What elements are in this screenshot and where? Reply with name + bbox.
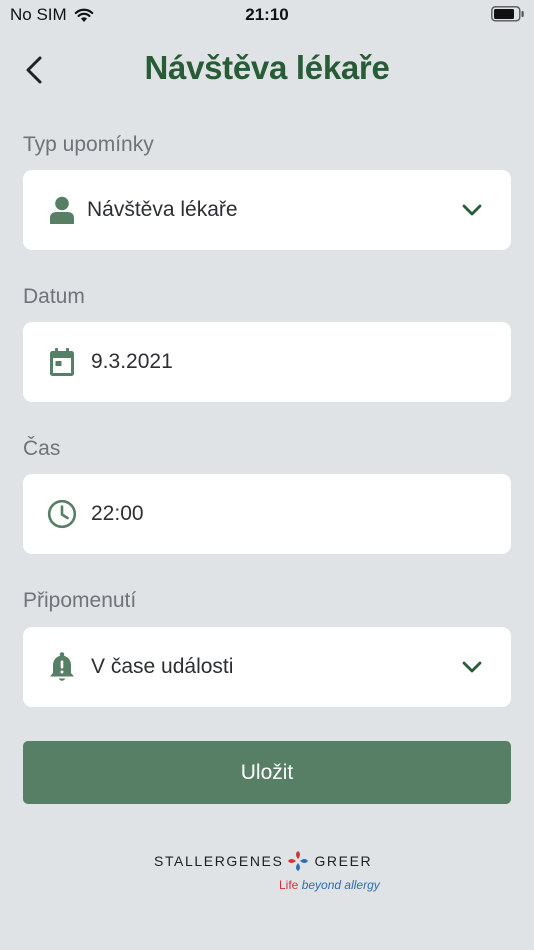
reminder-label: Připomenutí: [23, 589, 137, 612]
reminder-type-label: Typ upomínky: [23, 133, 154, 156]
clock-icon: [47, 499, 77, 529]
brand-footer: STALLERGENES GREER Life beyond allergy: [0, 846, 534, 896]
save-button[interactable]: Uložit: [23, 741, 511, 804]
time-value: 22:00: [91, 502, 144, 525]
reminder-select[interactable]: V čase události: [23, 627, 511, 707]
date-label: Datum: [23, 285, 85, 308]
time-field[interactable]: 22:00: [23, 474, 511, 554]
status-bar: No SIM 21:10: [0, 0, 534, 30]
chevron-down-icon: [461, 656, 483, 678]
brand-logo-row: STALLERGENES GREER: [154, 849, 372, 873]
date-field[interactable]: 9.3.2021: [23, 322, 511, 402]
status-time: 21:10: [245, 5, 289, 24]
battery-icon: [491, 6, 525, 27]
nav-bar: Návštěva lékaře: [0, 44, 534, 94]
brand-logo-icon: [288, 851, 309, 871]
time-label: Čas: [23, 437, 61, 460]
brand-name-left: STALLERGENES: [154, 853, 284, 869]
tagline-rest: beyond allergy: [301, 878, 380, 892]
page-title: Návštěva lékaře: [144, 49, 390, 86]
reminder-value: V čase události: [91, 655, 234, 678]
brand-name-right: GREER: [314, 853, 373, 869]
bell-alert-icon: [47, 652, 77, 682]
reminder-type-value: Návštěva lékaře: [87, 198, 238, 221]
person-icon: [47, 195, 77, 225]
brand-tagline: Life beyond allergy: [279, 878, 380, 892]
chevron-down-icon: [461, 199, 483, 221]
date-value: 9.3.2021: [91, 350, 173, 373]
reminder-type-select[interactable]: Návštěva lékaře: [23, 170, 511, 250]
calendar-icon: [47, 347, 77, 377]
tagline-life: Life: [279, 878, 299, 892]
